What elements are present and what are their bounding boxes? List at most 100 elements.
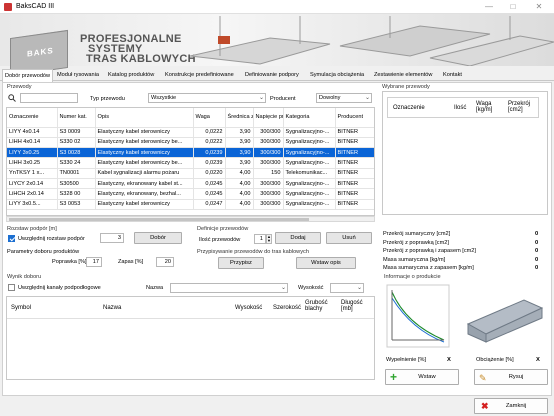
- col-wysokosc[interactable]: Wysokość: [235, 305, 262, 311]
- table-row[interactable]: LIYY 4x0.14 S3 0009 Elastyczny kabel stero…: [7, 127, 374, 138]
- table-cell: 0,0220: [193, 168, 226, 179]
- tab-dobor-przewodow[interactable]: Dobór przewodów: [2, 69, 54, 82]
- table-cell: Sygnalizacyjno-...: [283, 178, 336, 190]
- nazwa-select[interactable]: ⌄: [170, 283, 288, 293]
- tab-konstrukcje-predefiniowane[interactable]: Konstrukcje predefiniowane: [163, 69, 236, 81]
- kanaly-checkbox[interactable]: [8, 284, 15, 291]
- ilosc-input[interactable]: [254, 234, 266, 244]
- col-waga[interactable]: Waga [kg/m]: [476, 101, 498, 113]
- col-przekroj[interactable]: Przekrój [cm2]: [508, 101, 536, 113]
- rozstaw-input[interactable]: [100, 233, 124, 243]
- table-cell: 0,0247: [193, 199, 226, 210]
- przewody-col-header[interactable]: Numer kat.: [57, 108, 96, 128]
- info-group-label: Informacje o produkcie: [384, 274, 441, 280]
- table-cell: Elastyczny kabel sterowniczy be...: [95, 157, 194, 169]
- nazwa-label: Nazwa: [146, 285, 164, 291]
- tab-symulacja-obciazenia[interactable]: Symulacja obciążenia: [308, 69, 366, 81]
- tab-katalog-produktow[interactable]: Katalog produktów: [106, 69, 156, 81]
- rozstaw-group-label: Rozstaw podpór [m]: [7, 226, 57, 232]
- table-cell: Sygnalizacyjno-...: [283, 127, 336, 138]
- table-cell: 300/300: [253, 178, 284, 190]
- table-cell: Kabel sygnalizacji alarmu pożaru: [95, 168, 194, 179]
- table-row[interactable]: LiYY 3x0.5... S3 0053 Elastyczny kabel ste…: [7, 199, 374, 210]
- tab-kontakt[interactable]: Kontakt: [441, 69, 464, 81]
- table-cell: BITNER: [335, 199, 374, 210]
- dobor-button[interactable]: Dobór: [134, 232, 182, 244]
- przewody-col-header[interactable]: Oznaczenie: [7, 108, 58, 128]
- wynik-table[interactable]: Symbol Nazwa Wysokość Szerokość Grubość …: [6, 296, 375, 380]
- przewody-table[interactable]: OznaczenieNumer kat.OpisWagaŚrednica zew…: [6, 107, 375, 216]
- table-cell: S3 0053: [57, 199, 96, 210]
- zamknij-button[interactable]: ✖ Zamknij: [474, 398, 548, 414]
- rozstaw-checkbox[interactable]: [8, 235, 15, 242]
- table-cell: Elastyczny kabel sterowniczy: [95, 199, 194, 210]
- table-cell: LIHH 4x0.14: [7, 137, 58, 149]
- table-row[interactable]: YnTKSY 1 x... TN0001 Kabel sygnalizacji al…: [7, 168, 374, 179]
- table-cell: Sygnalizacyjno-...: [283, 137, 336, 149]
- table-cell: Sygnalizacyjno-...: [283, 199, 336, 210]
- table-cell: Elastyczny kabel sterowniczy: [95, 127, 194, 138]
- usun-button[interactable]: Usuń: [326, 232, 372, 244]
- tab-definiowanie-podpory[interactable]: Definiowanie podpory: [243, 69, 301, 81]
- col-ilosc[interactable]: Ilość: [454, 105, 466, 111]
- close-icon[interactable]: ✕: [528, 1, 550, 13]
- poprawka-input[interactable]: [86, 257, 102, 267]
- minimize-icon[interactable]: —: [478, 1, 500, 13]
- table-cell: 4,00: [225, 188, 254, 200]
- table-row[interactable]: LIYY 3x0.25 S3 0028 Elastyczny kabel stero…: [7, 147, 374, 159]
- tab-zestawienie-elementow[interactable]: Zestawienie elementów: [372, 69, 434, 81]
- header-banner: BAKS PROFESJONALNE SYSTEMY TRAS KABLOWYC…: [0, 14, 554, 77]
- tab-modul-rysowania[interactable]: Moduł rysowania: [55, 69, 101, 81]
- obciazenie-value: X: [536, 357, 540, 363]
- wybrane-group-label: Wybrane przewody: [382, 84, 430, 90]
- przewody-col-header[interactable]: Waga: [193, 108, 226, 128]
- przypisz-button[interactable]: Przypisz: [218, 257, 264, 269]
- maximize-icon[interactable]: □: [502, 1, 524, 13]
- przewody-col-header[interactable]: Producent: [335, 108, 374, 128]
- sum-label: Przekrój z poprawką [cm2]: [383, 239, 449, 246]
- col-dlugosc[interactable]: Długość [mb]: [341, 300, 369, 312]
- table-cell: 0,0239: [193, 157, 226, 169]
- przewody-col-header[interactable]: Opis: [95, 108, 194, 128]
- table-cell: LIYY 3x0.25: [7, 147, 58, 159]
- table-cell: S3 0028: [57, 147, 96, 159]
- wstaw-opis-button[interactable]: Wstaw opis: [296, 257, 356, 269]
- table-row[interactable]: LiHCH 2x0.14 S328 00 Elastyczny, ekranowan…: [7, 188, 374, 200]
- table-row[interactable]: LiYCY 2x0.14 S30500 Elastyczny, ekranowany…: [7, 178, 374, 190]
- product-preview-image: [386, 284, 544, 348]
- table-cell: 3,90: [225, 147, 254, 159]
- col-grubosc[interactable]: Grubość blachy: [305, 300, 331, 312]
- producent-select[interactable]: Dowolny ⌄: [316, 93, 372, 103]
- rysuj-button[interactable]: ✎ Rysuj: [474, 369, 548, 385]
- table-cell: 0,0245: [193, 178, 226, 190]
- przewody-col-header[interactable]: Kategoria: [283, 108, 336, 128]
- col-symbol[interactable]: Symbol: [11, 305, 31, 311]
- horizontal-scrollbar[interactable]: [6, 216, 375, 222]
- wstaw-button[interactable]: + Wstaw: [385, 369, 459, 385]
- search-input[interactable]: [20, 93, 78, 103]
- col-szerokosc[interactable]: Szerokość: [273, 305, 301, 311]
- wybrane-przewody-list[interactable]: Oznaczenie Ilość Waga [kg/m] Przekrój [c…: [382, 91, 548, 215]
- table-cell: Sygnalizacyjno-...: [283, 188, 336, 200]
- table-cell: Elastyczny, ekranowany kabel st...: [95, 178, 194, 190]
- table-row[interactable]: LIHH 4x0.14 S330 02 Elastyczny kabel stero…: [7, 137, 374, 149]
- chevron-down-icon: ⌄: [280, 285, 286, 291]
- zapas-input[interactable]: [156, 257, 174, 267]
- table-cell: BITNER: [335, 178, 374, 190]
- dodaj-button[interactable]: Dodaj: [275, 232, 321, 244]
- col-oznaczenie[interactable]: Oznaczenie: [393, 105, 425, 111]
- przewody-col-header[interactable]: Średnica zew.: [225, 108, 254, 128]
- wynik-group-label: Wynik doboru: [7, 274, 42, 280]
- przewody-col-header[interactable]: Napięcie pracy: [253, 108, 284, 128]
- table-cell: BITNER: [335, 168, 374, 179]
- table-row[interactable]: LIHH 3x0.25 S330 24 Elastyczny kabel stero…: [7, 157, 374, 169]
- table-cell: S330 02: [57, 137, 96, 149]
- col-nazwa[interactable]: Nazwa: [103, 305, 121, 311]
- typ-przewodu-select[interactable]: Wszystkie ⌄: [148, 93, 266, 103]
- table-cell: 3,90: [225, 127, 254, 138]
- ilosc-spinner[interactable]: ▲ ▼: [266, 234, 272, 244]
- wysokosc-select[interactable]: ⌄: [330, 283, 364, 293]
- table-cell: S330 24: [57, 157, 96, 169]
- table-cell: BITNER: [335, 137, 374, 149]
- table-cell: YnTKSY 1 x...: [7, 168, 58, 179]
